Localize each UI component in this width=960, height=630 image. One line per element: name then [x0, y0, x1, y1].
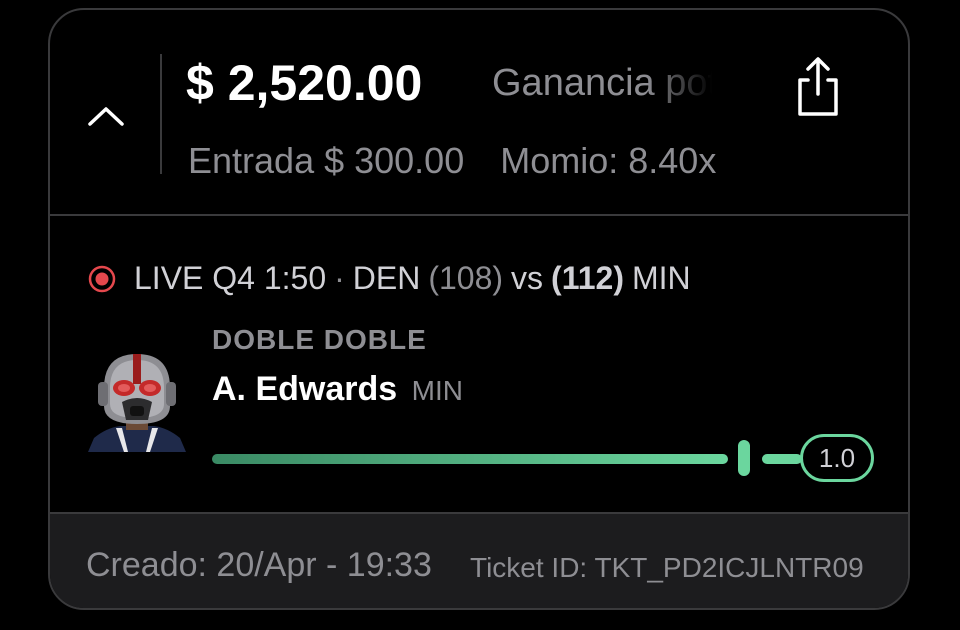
share-button[interactable] — [788, 54, 848, 118]
share-icon — [798, 57, 838, 116]
odds-value: Momio: 8.40x — [500, 140, 717, 181]
home-team: MIN — [631, 260, 691, 296]
payout-label: Ganancia potencial — [492, 62, 712, 104]
ticket-footer: Creado: 20/Apr - 19:33 Ticket ID: TKT_PD… — [50, 514, 908, 608]
player-name: A. Edwards — [212, 370, 398, 408]
header-divider — [160, 54, 162, 174]
bet-ticket-card: $ 2,520.00 Ganancia potencial Entrada $ … — [48, 8, 910, 610]
player-row: A. Edwards MIN — [212, 370, 463, 409]
payout-label-container: Ganancia potencial — [492, 62, 712, 108]
player-avatar — [88, 354, 186, 452]
ticket-id[interactable]: Ticket ID: TKT_PD2ICJLNTR09 — [470, 552, 864, 584]
progress-bar-tail — [762, 454, 802, 464]
pick-section: LIVE Q4 1:50 · DEN (108) vs (112) MIN DO… — [50, 216, 908, 514]
live-record-icon — [88, 265, 116, 292]
chevron-up-icon — [88, 107, 124, 126]
market-label: DOBLE DOBLE — [212, 324, 427, 355]
home-score: (112) — [551, 260, 624, 296]
stake-odds-row: Entrada $ 300.00 Momio: 8.40x — [188, 140, 716, 182]
collapse-button[interactable] — [80, 90, 132, 142]
progress-marker — [738, 440, 750, 476]
versus-label: vs — [511, 260, 544, 296]
created-timestamp: Creado: 20/Apr - 19:33 — [86, 546, 432, 584]
live-clock: LIVE Q4 1:50 — [134, 260, 327, 296]
live-game-status: LIVE Q4 1:50 · DEN (108) vs (112) MIN — [88, 260, 691, 297]
away-team: DEN — [352, 260, 421, 296]
status-separator: · — [334, 260, 345, 296]
away-score: (108) — [428, 260, 504, 296]
target-value-pill: 1.0 — [800, 434, 874, 482]
progress-bar-fill — [212, 454, 728, 464]
stake-amount: Entrada $ 300.00 — [188, 140, 465, 181]
player-team: MIN — [411, 375, 463, 406]
ticket-header: $ 2,520.00 Ganancia potencial Entrada $ … — [50, 10, 908, 216]
potential-payout: $ 2,520.00 — [186, 55, 423, 111]
